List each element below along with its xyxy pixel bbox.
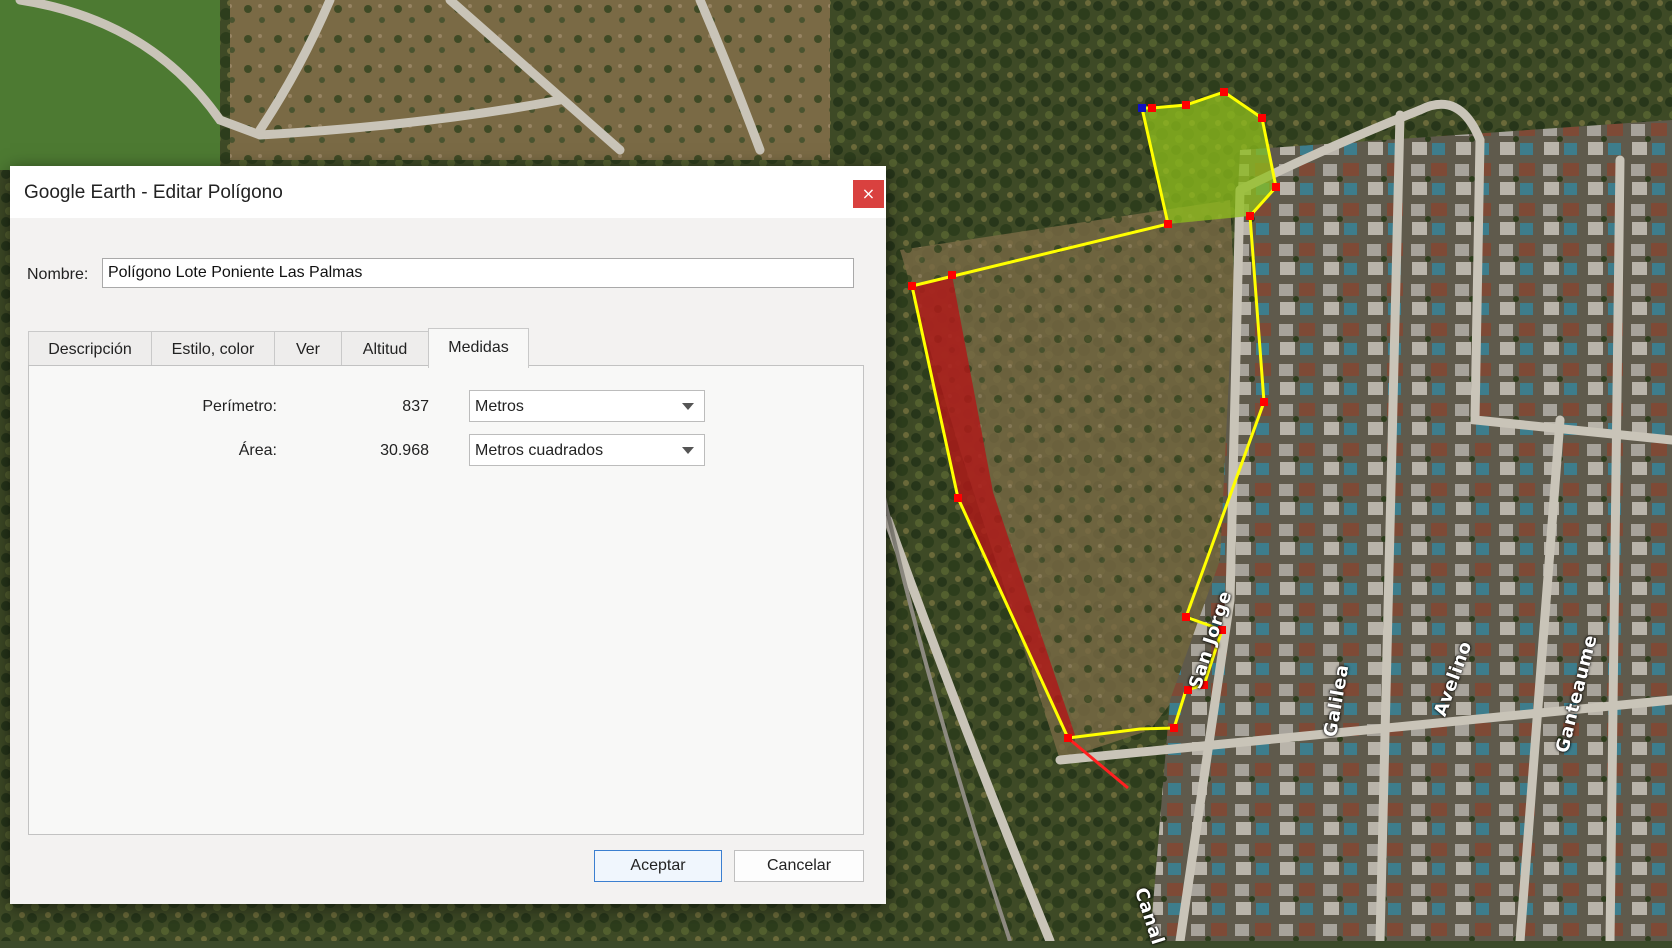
tab-style-color[interactable]: Estilo, color xyxy=(151,331,275,367)
tab-measures[interactable]: Medidas xyxy=(428,328,529,368)
chevron-down-icon xyxy=(682,447,694,454)
tab-description[interactable]: Descripción xyxy=(28,331,152,367)
close-icon: × xyxy=(861,184,876,203)
area-unit-value: Metros cuadrados xyxy=(475,442,604,459)
chevron-down-icon xyxy=(682,403,694,410)
edit-polygon-dialog: Google Earth - Editar Polígono × Nombre:… xyxy=(10,166,886,904)
area-unit-select[interactable]: Metros cuadrados xyxy=(469,434,705,466)
selected-vertex[interactable] xyxy=(1138,104,1146,112)
perimeter-unit-select[interactable]: Metros xyxy=(469,390,705,422)
close-button[interactable]: × xyxy=(853,180,884,208)
measures-panel: Perímetro: 837 Metros Área: 30.968 Metro… xyxy=(28,365,864,835)
ok-button[interactable]: Aceptar xyxy=(594,850,722,882)
area-value: 30.968 xyxy=(380,442,429,459)
tab-view[interactable]: Ver xyxy=(274,331,342,367)
dialog-title: Google Earth - Editar Polígono xyxy=(24,182,283,203)
tab-altitude[interactable]: Altitud xyxy=(341,331,429,367)
dialog-titlebar[interactable]: Google Earth - Editar Polígono × xyxy=(10,166,886,218)
perimeter-label: Perímetro: xyxy=(202,398,277,415)
perimeter-unit-value: Metros xyxy=(475,398,524,415)
area-label: Área: xyxy=(238,442,277,459)
name-input[interactable] xyxy=(102,258,854,288)
name-label: Nombre: xyxy=(27,266,89,283)
perimeter-value: 837 xyxy=(402,398,429,415)
cancel-button[interactable]: Cancelar xyxy=(734,850,864,882)
